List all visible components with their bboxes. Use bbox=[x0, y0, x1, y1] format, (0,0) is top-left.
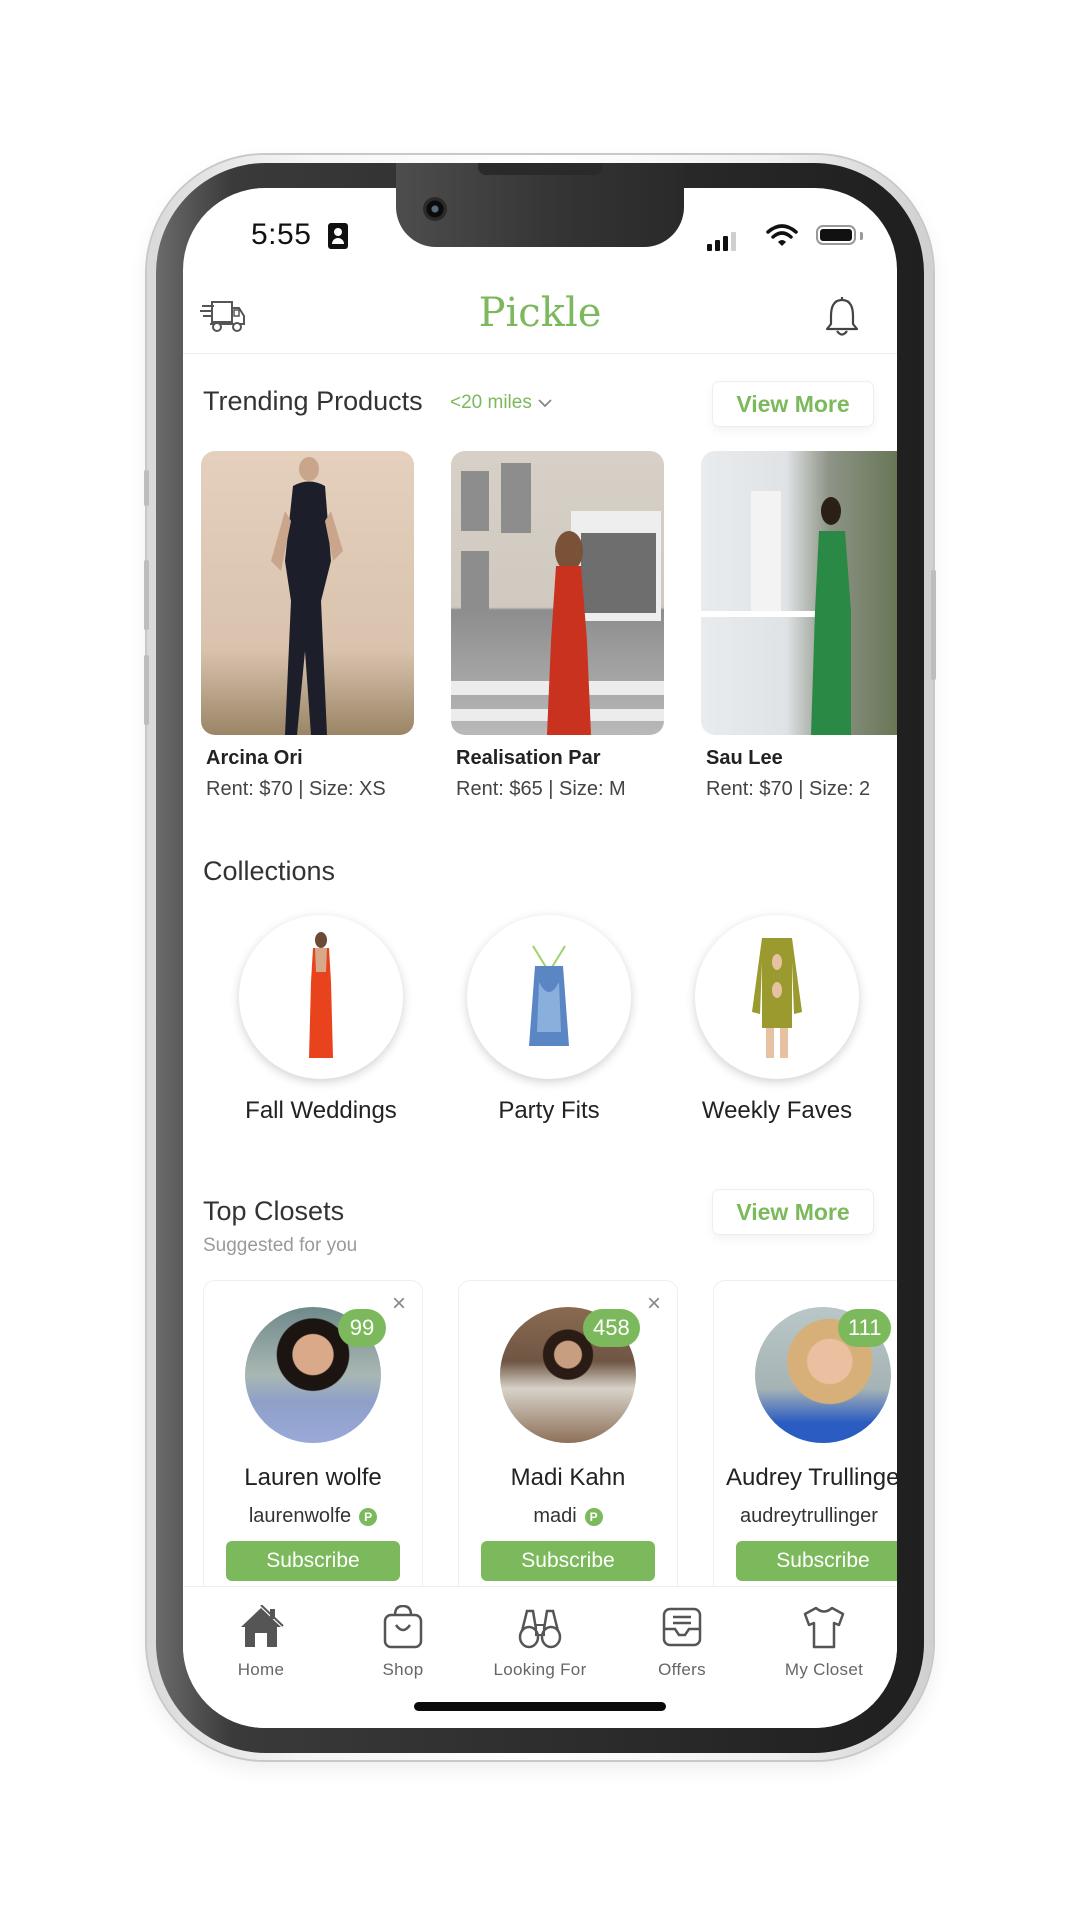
app-screen: 5:55 Pickle Trending Products <20 miles … bbox=[183, 188, 897, 1728]
nav-label: Shop bbox=[382, 1660, 424, 1679]
nav-item-my-closet[interactable]: My Closet bbox=[753, 1605, 895, 1680]
product-meta: Rent: $65 | Size: M bbox=[456, 778, 626, 800]
nav-item-home[interactable]: Home bbox=[190, 1604, 332, 1680]
closet-username-text: audreytrullinger bbox=[740, 1505, 878, 1527]
wifi-icon bbox=[766, 224, 798, 246]
nav-label: My Closet bbox=[784, 1660, 864, 1679]
collection-image[interactable] bbox=[467, 915, 631, 1079]
top-closets-title: Top Closets bbox=[203, 1196, 345, 1226]
verified-badge-icon: P bbox=[359, 1507, 378, 1526]
collections-title: Collections bbox=[203, 856, 336, 886]
distance-filter-label: <20 miles bbox=[450, 392, 532, 413]
nav-label: Offers bbox=[658, 1660, 706, 1679]
product-name: Sau Lee bbox=[706, 747, 783, 769]
closet-username: laurenwolfe P bbox=[204, 1505, 422, 1528]
collection-item[interactable]: Weekly Faves bbox=[657, 915, 897, 1125]
closets-view-more-button[interactable]: View More bbox=[712, 1189, 874, 1235]
nav-item-looking-for[interactable]: Looking For bbox=[469, 1605, 611, 1680]
product-card[interactable]: Arcina Ori Rent: $70 | Size: XS bbox=[201, 451, 414, 801]
chevron-down-icon bbox=[538, 399, 552, 408]
front-camera bbox=[423, 197, 447, 221]
header-divider bbox=[183, 353, 897, 354]
phone-side-button bbox=[144, 470, 149, 506]
collection-item[interactable]: Fall Weddings bbox=[201, 915, 441, 1125]
collection-label: Fall Weddings bbox=[245, 1097, 397, 1124]
phone-power-button bbox=[931, 570, 936, 680]
product-image[interactable] bbox=[701, 451, 897, 735]
product-card[interactable]: Sau Lee Rent: $70 | Size: 2 bbox=[701, 451, 897, 801]
trending-title: Trending Products bbox=[203, 386, 423, 416]
product-name: Realisation Par bbox=[456, 747, 601, 769]
battery-tip bbox=[860, 232, 863, 240]
binoculars-icon bbox=[518, 1609, 562, 1649]
speaker-grille bbox=[478, 163, 602, 175]
product-image[interactable] bbox=[201, 451, 414, 735]
nav-item-offers[interactable]: Offers bbox=[611, 1605, 753, 1680]
closet-name: Audrey Trullinger bbox=[726, 1464, 897, 1491]
closet-item-count-badge: 99 bbox=[338, 1309, 386, 1347]
subscribe-button[interactable]: Subscribe bbox=[481, 1541, 655, 1581]
top-closets-subtitle: Suggested for you bbox=[203, 1235, 358, 1256]
status-time: 5:55 bbox=[251, 218, 312, 251]
cellular-signal-icon bbox=[707, 232, 736, 251]
collection-image[interactable] bbox=[695, 915, 859, 1079]
closet-item-count-badge: 458 bbox=[583, 1309, 640, 1347]
subscribe-button[interactable]: Subscribe bbox=[226, 1541, 400, 1581]
nav-item-shop[interactable]: Shop bbox=[332, 1604, 474, 1680]
product-name: Arcina Ori bbox=[206, 747, 303, 769]
product-photo-dress bbox=[701, 491, 851, 735]
product-meta: Rent: $70 | Size: 2 bbox=[706, 778, 871, 800]
closet-username: audreytrullinger bbox=[714, 1505, 897, 1528]
closet-card[interactable]: 458 × Madi Kahn madi P Subscribe bbox=[458, 1280, 678, 1612]
product-photo-dress bbox=[451, 463, 664, 735]
product-image[interactable] bbox=[451, 451, 664, 735]
closet-username-text: laurenwolfe bbox=[248, 1505, 352, 1527]
distance-filter[interactable]: <20 miles bbox=[450, 392, 552, 414]
inbox-tray-icon bbox=[662, 1607, 702, 1647]
nav-label: Home bbox=[237, 1660, 285, 1679]
dress-thumbnail bbox=[309, 932, 333, 1058]
collection-label: Party Fits bbox=[498, 1097, 600, 1124]
collection-label: Weekly Faves bbox=[701, 1097, 853, 1124]
collection-image[interactable] bbox=[239, 915, 403, 1079]
battery-icon bbox=[816, 225, 856, 245]
dismiss-closet-icon[interactable]: × bbox=[643, 1292, 665, 1316]
shopping-bag-icon bbox=[383, 1604, 423, 1649]
bell-icon[interactable] bbox=[823, 296, 861, 340]
closet-username: madi P bbox=[459, 1505, 677, 1528]
product-card[interactable]: Realisation Par Rent: $65 | Size: M bbox=[451, 451, 664, 801]
dress-thumbnail bbox=[529, 945, 569, 1046]
subscribe-button[interactable]: Subscribe bbox=[736, 1541, 897, 1581]
phone-volume-down bbox=[144, 655, 149, 725]
closet-card[interactable]: 99 × Lauren wolfe laurenwolfe P Subscribe bbox=[203, 1280, 423, 1612]
closet-name: Lauren wolfe bbox=[244, 1464, 382, 1491]
phone-volume-up bbox=[144, 560, 149, 630]
home-indicator[interactable] bbox=[414, 1702, 666, 1711]
collection-item[interactable]: Party Fits bbox=[429, 915, 669, 1125]
dismiss-closet-icon[interactable]: × bbox=[388, 1292, 410, 1316]
home-icon bbox=[241, 1604, 284, 1647]
person-badge-icon bbox=[328, 223, 348, 249]
closet-username-text: madi bbox=[533, 1505, 577, 1527]
product-photo-dress bbox=[271, 457, 343, 735]
dress-thumbnail bbox=[752, 938, 802, 1058]
closet-item-count-badge: 111 bbox=[838, 1309, 892, 1347]
tshirt-icon bbox=[803, 1606, 845, 1649]
app-title: Pickle bbox=[478, 290, 602, 336]
closet-card[interactable]: 111 Audrey Trullinger audreytrullinger S… bbox=[713, 1280, 897, 1612]
verified-badge-icon: P bbox=[584, 1507, 603, 1526]
nav-label: Looking For bbox=[493, 1660, 587, 1679]
product-meta: Rent: $70 | Size: XS bbox=[206, 778, 386, 800]
trending-view-more-button[interactable]: View More bbox=[712, 381, 874, 427]
closet-name: Madi Kahn bbox=[510, 1464, 626, 1491]
